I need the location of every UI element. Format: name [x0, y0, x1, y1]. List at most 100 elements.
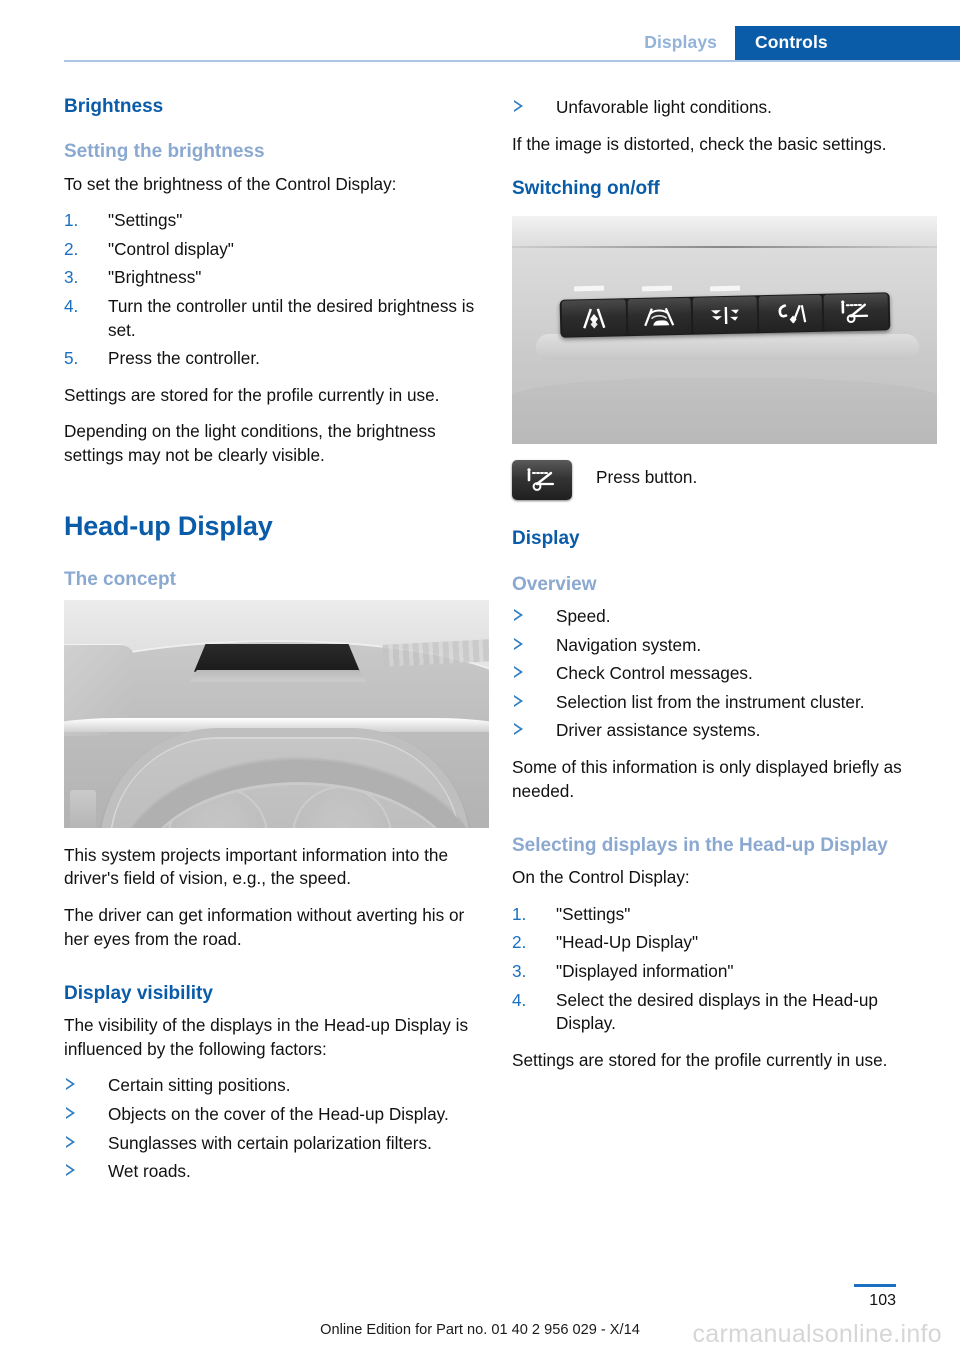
triangle-bullet-icon: [66, 1164, 75, 1177]
list-item: Objects on the cover of the Head-up Disp…: [64, 1103, 489, 1127]
dashboard-button-panel-photo: [512, 216, 937, 445]
list-setting-steps: 1. "Settings" 2. "Control display" 3. "Bright…: [64, 209, 489, 371]
paragraph-selecting-intro: On the Control Display:: [512, 867, 690, 888]
list-item-label: Select the desired displays in the Head-…: [556, 989, 878, 1034]
high-beam-assistant-icon: [705, 303, 746, 328]
button-row[interactable]: [559, 292, 891, 339]
list-item-label: "Brightness": [108, 267, 202, 288]
triangle-bullet-icon: [66, 1135, 75, 1148]
paragraph-concept-1: This system projects important informati…: [64, 844, 449, 889]
list-selecting-steps: 1. "Settings" 2. "Head-Up Display" 3. "Displa…: [512, 903, 937, 1036]
list-item: Navigation system.: [512, 634, 937, 658]
button-head-up-display[interactable]: [823, 293, 889, 332]
lane-departure-warning-icon: [574, 306, 615, 331]
dashboard-side-trim: [70, 789, 96, 828]
list-item: Driver assistance systems.: [512, 719, 937, 743]
list-item: 3. "Brightness": [64, 266, 489, 290]
head-up-display-button-icon[interactable]: [512, 460, 572, 501]
press-button-row: Press button.: [512, 460, 937, 501]
list-item: Selection list from the instrument clust…: [512, 691, 937, 715]
list-item: Sunglasses with certain polarization fil…: [64, 1132, 489, 1156]
list-item: Unfavorable light conditions.: [512, 96, 937, 120]
list-item-number: 5.: [64, 348, 79, 369]
subheading-selecting-displays: Selecting displays in the Head-up Displa…: [512, 835, 888, 857]
head-up-display-cover-icon: [194, 643, 360, 672]
head-up-display-icon: [835, 300, 878, 325]
triangle-bullet-icon: [66, 1107, 75, 1120]
paragraph-visibility-intro: The visibility of the displays in the He…: [64, 1015, 469, 1059]
paragraph-setting-intro: To set the brightness of the Control Dis…: [64, 173, 397, 194]
tab-controls[interactable]: Controls: [735, 26, 960, 60]
list-item-label: Press the controller.: [108, 348, 260, 369]
list-item: 2. "Control display": [64, 238, 489, 262]
button-high-beam-assistant[interactable]: [692, 296, 758, 335]
press-button-label: Press button.: [596, 467, 698, 488]
subheading-setting-the-brightness: Setting the brightness: [64, 141, 265, 163]
list-visibility-factors: Certain sitting positions. Objects on the…: [64, 1074, 489, 1183]
list-item-number: 4.: [64, 295, 79, 316]
list-item-number: 2.: [64, 238, 79, 259]
triangle-bullet-icon: [514, 694, 523, 707]
list-item-label: Selection list from the instrument clust…: [556, 691, 865, 712]
list-item-label: Certain sitting positions.: [108, 1075, 291, 1096]
list-item-label: Objects on the cover of the Head-up Disp…: [108, 1104, 449, 1125]
subheading-overview: Overview: [512, 573, 597, 595]
heading-brightness: Brightness: [64, 96, 164, 117]
list-item-number: 3.: [64, 267, 79, 288]
list-item-label: Wet roads.: [108, 1161, 191, 1182]
list-item-label: "Settings": [108, 210, 183, 231]
page-number-rule: [854, 1284, 896, 1287]
subheading-display-visibility: Display visibility: [64, 983, 213, 1005]
list-item-label: "Settings": [556, 903, 631, 924]
list-item-label: "Control display": [108, 238, 234, 259]
right-column: Unfavorable light conditions. If the ima…: [512, 96, 937, 1085]
panel-seam: [512, 246, 937, 249]
head-up-display-cover-lip: [190, 669, 366, 682]
list-item-label: Speed.: [556, 605, 611, 626]
paragraph-stored-note-left: Settings are stored for the profile curr…: [64, 384, 440, 405]
list-overview-items: Speed. Navigation system. Check Control me…: [512, 605, 937, 743]
triangle-bullet-icon: [514, 608, 523, 621]
paragraph-concept-2: The driver can get information without a…: [64, 904, 465, 949]
header-divider: [64, 60, 960, 62]
list-item: Check Control messages.: [512, 662, 937, 686]
triangle-bullet-icon: [66, 1078, 75, 1091]
list-item-number: 1.: [512, 903, 527, 924]
list-item: 2. "Head-Up Display": [512, 931, 937, 955]
tab-displays[interactable]: Displays: [644, 32, 717, 53]
list-item: Certain sitting positions.: [64, 1074, 489, 1098]
paragraph-distorted-note: If the image is distorted, check the bas…: [512, 133, 887, 154]
button-active-cruise-control[interactable]: [627, 298, 692, 336]
panel-lower-surface: [512, 378, 937, 445]
subheading-the-concept: The concept: [64, 568, 176, 590]
triangle-bullet-icon: [514, 723, 523, 736]
page-number: 103: [869, 1292, 896, 1309]
subheading-switching-on-off: Switching on/off: [512, 178, 660, 200]
list-item: 1. "Settings": [512, 903, 937, 927]
active-cruise-control-icon: [637, 304, 682, 329]
list-item: Wet roads.: [64, 1160, 489, 1184]
button-lane-change-warning[interactable]: [758, 295, 823, 333]
triangle-bullet-icon: [514, 666, 523, 679]
watermark: carmanualsonline.info: [692, 1320, 942, 1348]
list-item-label: Unfavorable light conditions.: [556, 97, 772, 117]
list-item-label: Navigation system.: [556, 634, 702, 655]
lane-change-warning-icon: [770, 301, 811, 326]
heading-head-up-display: Head-up Display: [64, 510, 273, 541]
triangle-bullet-icon: [514, 100, 523, 112]
list-item-label: "Displayed information": [556, 961, 734, 982]
button-lane-departure-warning[interactable]: [561, 299, 627, 338]
list-item-label: Check Control messages.: [556, 663, 753, 684]
list-item-number: 1.: [64, 210, 79, 231]
list-item-label: Turn the controller until the desired br…: [108, 295, 475, 340]
list-item: 4. Select the desired displays in the Hea…: [512, 989, 937, 1036]
page-footer: 103 Online Edition for Part no. 01 40 2 …: [0, 1272, 960, 1362]
left-column: Brightness Setting the brightness To set…: [64, 96, 489, 1197]
head-up-display-icon: [527, 468, 555, 492]
paragraph-brief-note: Some of this information is only display…: [512, 756, 902, 801]
list-item: Speed.: [512, 605, 937, 629]
